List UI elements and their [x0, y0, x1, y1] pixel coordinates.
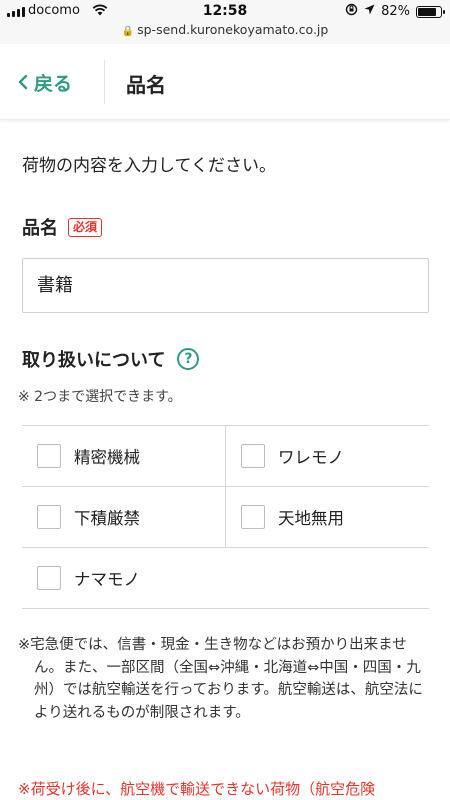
nav-header: 戻る 品名	[0, 44, 450, 120]
url-bar[interactable]: 🔒 sp-send.kuronekoyamato.co.jp	[0, 22, 450, 37]
option-fragile[interactable]: ワレモノ	[226, 426, 429, 487]
orientation-lock-icon	[345, 3, 358, 20]
battery-icon	[416, 5, 445, 18]
back-label: 戻る	[34, 72, 73, 95]
url-text: sp-send.kuronekoyamato.co.jp	[137, 22, 329, 37]
lock-icon: 🔒	[121, 26, 135, 37]
chevron-left-icon	[18, 74, 28, 90]
option-precision-machinery[interactable]: 精密機械	[22, 426, 225, 487]
checkbox[interactable]	[37, 505, 61, 529]
checkbox[interactable]	[241, 505, 265, 529]
selection-limit-note: ※ 2つまで選択できます。	[18, 389, 182, 405]
status-bar: docomo 12:58 82% 🔒 sp-send.kuronekoyamato…	[0, 0, 450, 44]
option-label: 天地無用	[278, 509, 344, 528]
location-icon	[364, 4, 375, 19]
checkbox[interactable]	[37, 566, 61, 590]
checkbox[interactable]	[37, 444, 61, 468]
option-this-side-up[interactable]: 天地無用	[226, 487, 429, 548]
nav-divider	[104, 60, 105, 104]
page-title: 品名	[126, 73, 166, 97]
option-label: 下積厳禁	[74, 509, 140, 528]
air-transport-warning: ※荷受け後に、航空機で輸送できない荷物（航空危険	[18, 780, 376, 798]
option-perishable[interactable]: ナマモノ	[22, 548, 429, 609]
option-do-not-stack[interactable]: 下積厳禁	[22, 487, 225, 548]
required-badge: 必須	[68, 217, 103, 237]
back-button[interactable]: 戻る	[18, 66, 72, 98]
handling-options: 精密機械 ワレモノ 下積厳禁 天地無用 ナマモノ	[22, 425, 429, 609]
item-name-label: 品名 必須	[22, 214, 103, 240]
battery-percent: 82%	[381, 4, 410, 19]
option-label: 精密機械	[74, 448, 140, 467]
option-label: ワレモノ	[278, 448, 344, 467]
lead-text: 荷物の内容を入力してください。	[22, 156, 276, 176]
item-name-input[interactable]: 書籍	[22, 258, 429, 313]
handling-label-text: 取り扱いについて	[22, 350, 166, 371]
item-name-label-text: 品名	[22, 218, 58, 239]
handling-label: 取り扱いについて ?	[22, 346, 200, 372]
option-label: ナマモノ	[74, 570, 140, 589]
checkbox[interactable]	[241, 444, 265, 468]
shipping-notice: ※宅急便では、信書・現金・生き物などはお預かり出来ません。また、一部区間（全国⇔…	[18, 637, 423, 721]
help-icon[interactable]: ?	[177, 348, 200, 370]
